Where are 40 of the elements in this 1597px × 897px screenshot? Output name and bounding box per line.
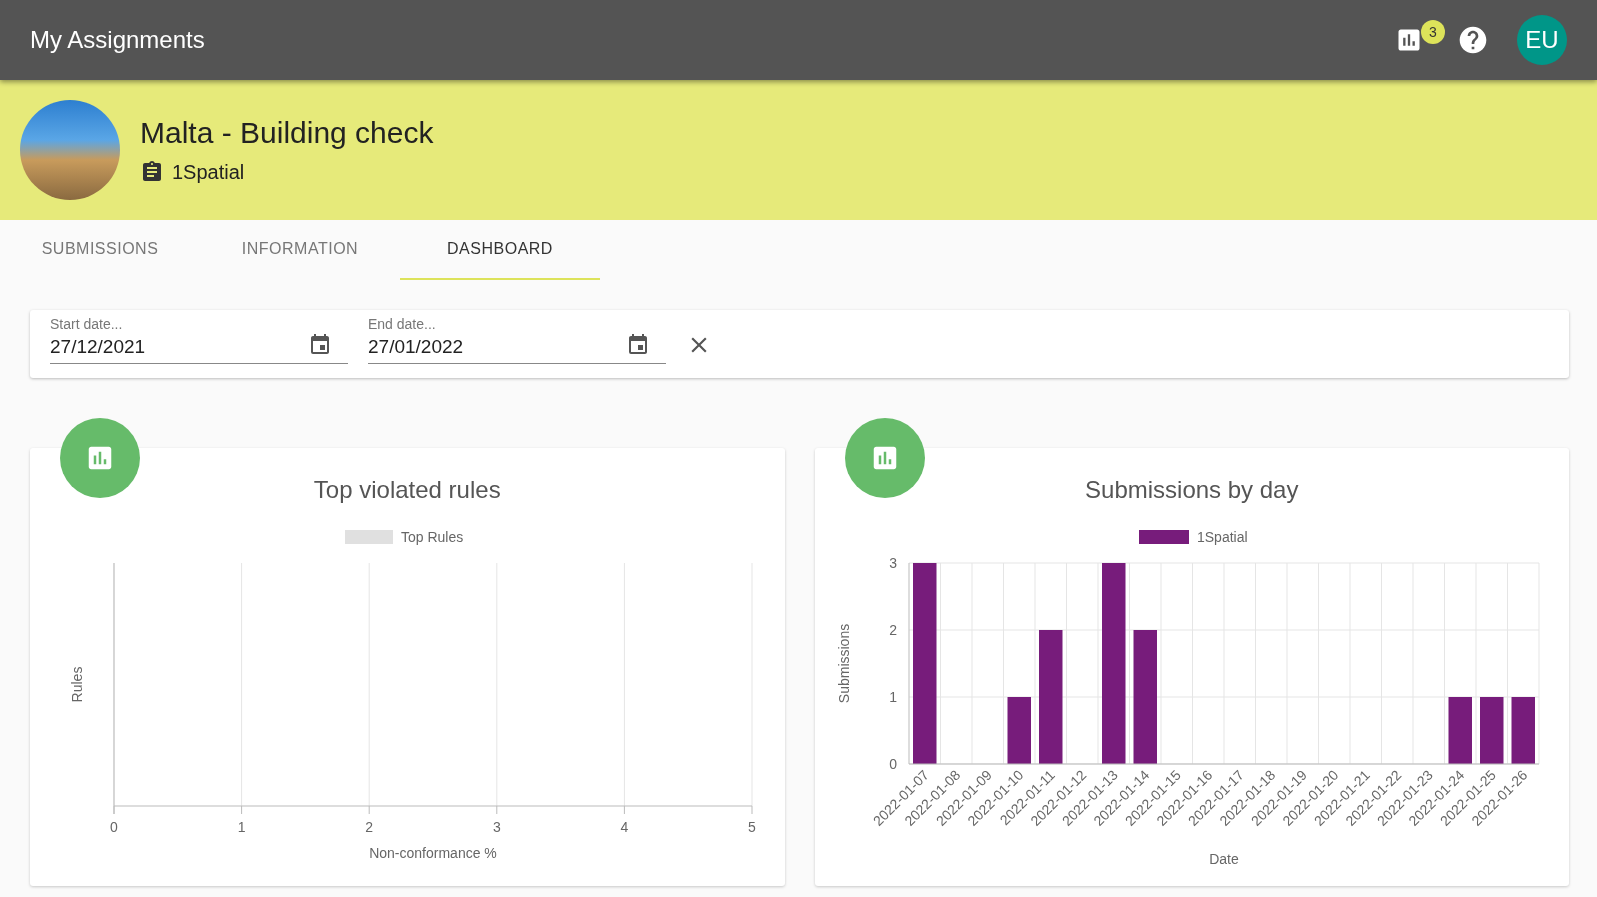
axis-title: Non-conformance %	[368, 845, 497, 861]
field-label: End date...	[368, 316, 437, 332]
assignment-title: Malta - Building check	[140, 116, 434, 150]
tick-label: 3	[492, 819, 501, 835]
help-icon	[1457, 24, 1489, 56]
tick-label: 1	[889, 689, 898, 705]
bar	[1007, 697, 1032, 764]
chart-title: Top violated rules	[313, 476, 501, 505]
tick-label: 5	[747, 819, 756, 835]
tick-label: 1	[237, 819, 246, 835]
user-avatar[interactable]: EU	[1517, 15, 1567, 65]
legend-label: Top Rules	[400, 529, 464, 545]
tick-label: 4	[620, 819, 629, 835]
chart-legend: 1Spatial	[1139, 529, 1248, 545]
chart-title: Submissions by day	[1085, 476, 1299, 505]
calendar-icon[interactable]	[308, 333, 332, 357]
legend-label: 1Spatial	[1197, 529, 1248, 545]
tab[interactable]: SUBMISSIONS	[0, 220, 200, 280]
axis-title: Date	[1209, 851, 1240, 867]
tick-label: 0	[889, 756, 898, 772]
clipboard-icon	[140, 160, 164, 184]
axis-title: Rules	[68, 666, 85, 703]
tab[interactable]: INFORMATION	[200, 220, 400, 280]
tick-label: 3	[889, 555, 898, 571]
date-input[interactable]: 27/12/2021	[50, 332, 290, 363]
tick-label: 0	[109, 819, 118, 835]
field-label: Start date...	[50, 316, 124, 332]
bar	[1448, 697, 1473, 764]
date-input[interactable]: 27/01/2022	[368, 332, 608, 363]
app-title: My Assignments	[30, 26, 206, 54]
tick-label: 2	[889, 622, 898, 638]
tab[interactable]: DASHBOARD	[400, 220, 600, 280]
axis-title: Submissions	[836, 623, 853, 704]
bar	[1480, 697, 1504, 764]
tick-label: 2	[365, 819, 373, 835]
calendar-icon[interactable]	[626, 333, 650, 357]
bar	[1511, 697, 1536, 764]
notification-badge: 3	[1421, 20, 1445, 44]
organisation-name: 1Spatial	[172, 160, 245, 184]
chart-legend: Top Rules	[344, 529, 463, 545]
